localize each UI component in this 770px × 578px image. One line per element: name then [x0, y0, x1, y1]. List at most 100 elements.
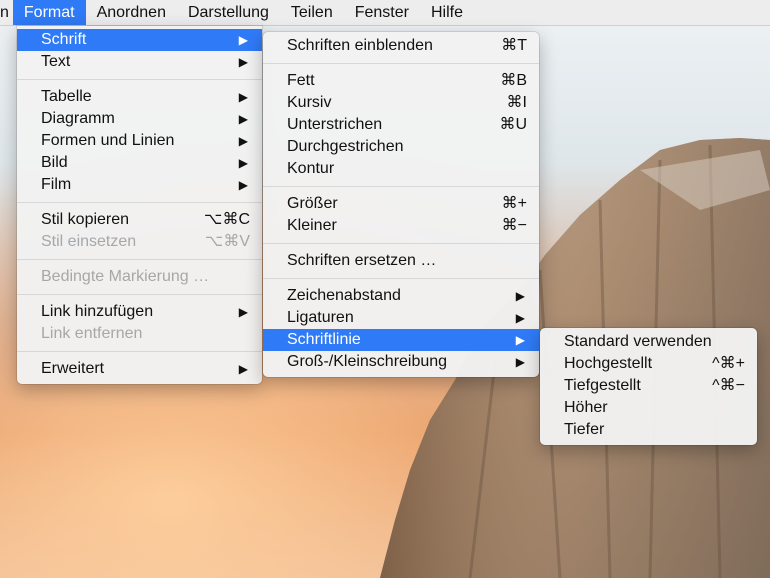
menu-separator: [17, 351, 262, 352]
submenu-arrow-icon: ▶: [238, 156, 248, 170]
baseline-submenu: Standard verwenden Hochgestellt ^⌘+ Tief…: [540, 328, 757, 445]
font-submenu: Schriften einblenden ⌘T Fett ⌘B Kursiv ⌘…: [263, 32, 539, 377]
menu-item-label: Fett: [287, 72, 315, 89]
menu-item-kursiv[interactable]: Kursiv ⌘I: [263, 92, 539, 114]
submenu-arrow-icon: ▶: [238, 305, 248, 319]
menubar-item-teilen[interactable]: Teilen: [280, 0, 344, 25]
menu-item-label: Formen und Linien: [41, 132, 175, 149]
menu-item-label: Stil einsetzen: [41, 233, 137, 250]
menu-item-hoeher[interactable]: Höher: [540, 397, 757, 419]
submenu-arrow-icon: ▶: [238, 33, 248, 47]
submenu-arrow-icon: ▶: [515, 289, 525, 303]
menu-item-ligaturen[interactable]: Ligaturen ▶: [263, 307, 539, 329]
submenu-arrow-icon: ▶: [238, 90, 248, 104]
submenu-arrow-icon: ▶: [515, 355, 525, 369]
submenu-arrow-icon: ▶: [238, 178, 248, 192]
menu-item-label: Zeichenabstand: [287, 287, 401, 304]
menu-separator: [263, 186, 539, 187]
menubar-item-format[interactable]: Format: [12, 0, 86, 25]
menu-item-shortcut: ⌘I: [506, 94, 527, 111]
menu-item-shortcut: ^⌘−: [712, 377, 745, 394]
menu-item-shortcut: ⌘T: [501, 37, 527, 54]
menu-item-kleiner[interactable]: Kleiner ⌘−: [263, 215, 539, 237]
menu-item-shortcut: ⌥⌘C: [204, 211, 250, 228]
menu-item-film[interactable]: Film ▶: [17, 174, 262, 196]
menu-item-kontur[interactable]: Kontur: [263, 158, 539, 180]
menu-item-label: Hochgestellt: [564, 355, 653, 372]
menu-item-label: Text: [41, 53, 71, 70]
menu-item-label: Bedingte Markierung …: [41, 268, 210, 285]
menu-item-label: Bild: [41, 154, 68, 171]
menu-item-zeichenabstand[interactable]: Zeichenabstand ▶: [263, 285, 539, 307]
menu-item-label: Schriften einblenden: [287, 37, 433, 54]
menu-separator: [17, 259, 262, 260]
menu-item-text[interactable]: Text ▶: [17, 51, 262, 73]
menu-separator: [263, 243, 539, 244]
menu-item-durchgestrichen[interactable]: Durchgestrichen: [263, 136, 539, 158]
menu-item-schriften-ersetzen[interactable]: Schriften ersetzen …: [263, 250, 539, 272]
menu-item-stil-kopieren[interactable]: Stil kopieren ⌥⌘C: [17, 209, 262, 231]
menu-item-standard-verwenden[interactable]: Standard verwenden: [540, 331, 757, 353]
menubar-item-fenster[interactable]: Fenster: [344, 0, 420, 25]
menu-item-tabelle[interactable]: Tabelle ▶: [17, 86, 262, 108]
submenu-arrow-icon: ▶: [238, 362, 248, 376]
menu-item-label: Diagramm: [41, 110, 115, 127]
menubar-item-hilfe[interactable]: Hilfe: [420, 0, 474, 25]
menu-item-tiefer[interactable]: Tiefer: [540, 419, 757, 441]
menu-item-gross-kleinschreibung[interactable]: Groß-/Kleinschreibung ▶: [263, 351, 539, 373]
menu-item-unterstrichen[interactable]: Unterstrichen ⌘U: [263, 114, 539, 136]
submenu-arrow-icon: ▶: [238, 134, 248, 148]
menu-item-shortcut: ⌘U: [499, 116, 527, 133]
menu-item-shortcut: ^⌘+: [712, 355, 745, 372]
menu-item-schrift[interactable]: Schrift ▶: [17, 29, 262, 51]
menu-item-label: Erweitert: [41, 360, 105, 377]
menu-item-bild[interactable]: Bild ▶: [17, 152, 262, 174]
menu-item-schriftlinie[interactable]: Schriftlinie ▶: [263, 329, 539, 351]
menu-item-label: Tiefgestellt: [564, 377, 641, 394]
menubar-item-anordnen[interactable]: Anordnen: [86, 0, 177, 25]
menu-item-link-entfernen: Link entfernen: [17, 323, 262, 345]
menu-item-bedingte-markierung: Bedingte Markierung …: [17, 266, 262, 288]
submenu-arrow-icon: ▶: [515, 333, 525, 347]
menu-item-formen-und-linien[interactable]: Formen und Linien ▶: [17, 130, 262, 152]
menu-item-label: Schrift: [41, 31, 87, 48]
menu-item-label: Groß-/Kleinschreibung: [287, 353, 448, 370]
menu-item-label: Stil kopieren: [41, 211, 130, 228]
menu-item-label: Standard verwenden: [564, 333, 712, 350]
menu-item-hochgestellt[interactable]: Hochgestellt ^⌘+: [540, 353, 757, 375]
menu-item-label: Größer: [287, 195, 338, 212]
submenu-arrow-icon: ▶: [238, 55, 248, 69]
menu-item-shortcut: ⌘B: [500, 72, 527, 89]
menu-item-shortcut: ⌘−: [501, 217, 527, 234]
menu-item-label: Tabelle: [41, 88, 92, 105]
menu-item-schriften-einblenden[interactable]: Schriften einblenden ⌘T: [263, 35, 539, 57]
menu-separator: [17, 79, 262, 80]
menu-item-label: Schriftlinie: [287, 331, 361, 348]
menu-item-label: Kleiner: [287, 217, 337, 234]
menu-item-label: Kursiv: [287, 94, 332, 111]
menu-item-label: Unterstrichen: [287, 116, 383, 133]
menu-item-label: Höher: [564, 399, 608, 416]
menu-separator: [17, 294, 262, 295]
menu-item-link-hinzufuegen[interactable]: Link hinzufügen ▶: [17, 301, 262, 323]
menu-item-groesser[interactable]: Größer ⌘+: [263, 193, 539, 215]
menu-item-shortcut: ⌥⌘V: [204, 233, 250, 250]
menubar-item-partial[interactable]: n: [0, 0, 13, 25]
menu-item-label: Kontur: [287, 160, 335, 177]
menu-separator: [263, 278, 539, 279]
menu-item-label: Film: [41, 176, 72, 193]
menu-item-label: Link entfernen: [41, 325, 143, 342]
menu-item-label: Durchgestrichen: [287, 138, 404, 155]
menu-item-label: Schriften ersetzen …: [287, 252, 437, 269]
menu-separator: [17, 202, 262, 203]
menu-item-stil-einsetzen: Stil einsetzen ⌥⌘V: [17, 231, 262, 253]
menu-item-label: Ligaturen: [287, 309, 354, 326]
menu-item-diagramm[interactable]: Diagramm ▶: [17, 108, 262, 130]
menubar-item-darstellung[interactable]: Darstellung: [177, 0, 280, 25]
menu-item-erweitert[interactable]: Erweitert ▶: [17, 358, 262, 380]
format-menu: Schrift ▶ Text ▶ Tabelle ▶ Diagramm ▶ Fo…: [17, 26, 262, 384]
menu-item-tiefgestellt[interactable]: Tiefgestellt ^⌘−: [540, 375, 757, 397]
menu-item-label: Link hinzufügen: [41, 303, 154, 320]
menu-item-fett[interactable]: Fett ⌘B: [263, 70, 539, 92]
submenu-arrow-icon: ▶: [238, 112, 248, 126]
